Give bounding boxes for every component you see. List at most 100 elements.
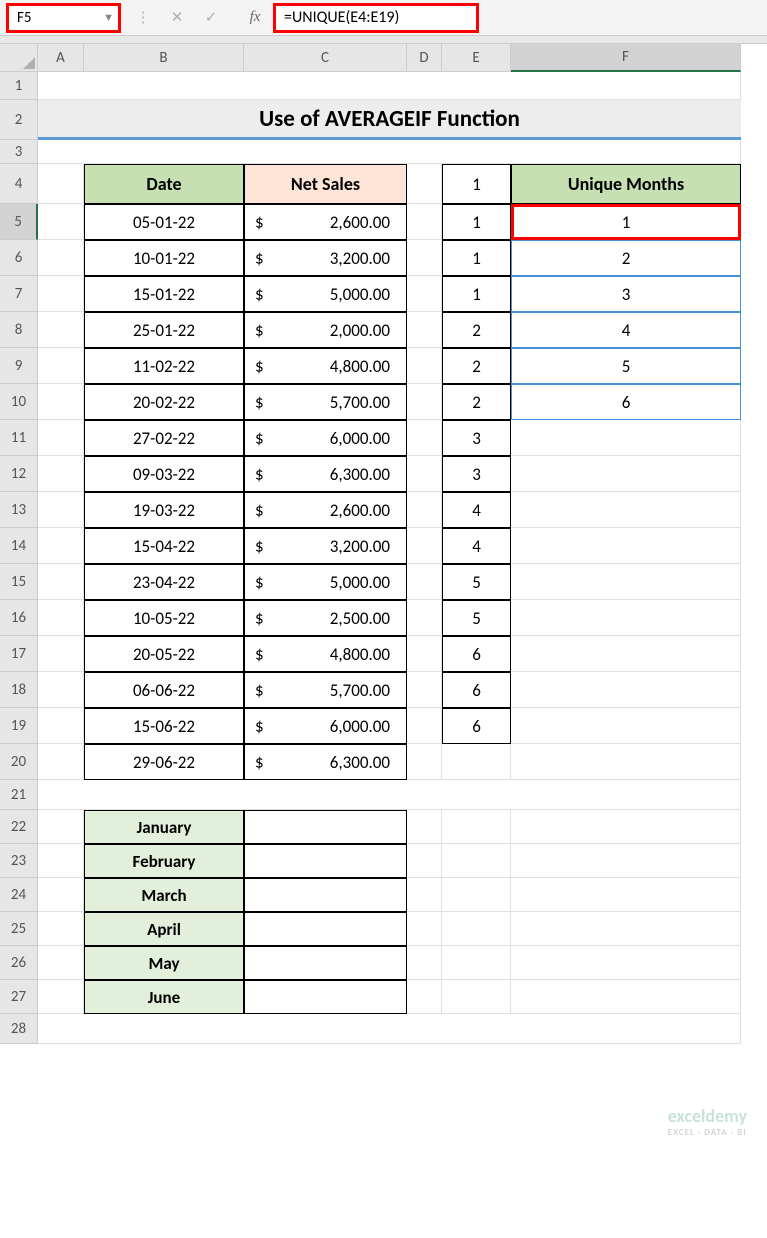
row-header-1[interactable]: 1 bbox=[0, 72, 38, 100]
row-header-5[interactable]: 5 bbox=[0, 204, 38, 240]
cell-E8[interactable]: 2 bbox=[442, 312, 511, 348]
cell-A6[interactable] bbox=[38, 240, 84, 276]
cell-A12[interactable] bbox=[38, 456, 84, 492]
cell-B12[interactable]: 09-03-22 bbox=[84, 456, 244, 492]
cell-A23[interactable] bbox=[38, 844, 84, 878]
cell-C16[interactable]: $ 2,500.00 bbox=[244, 600, 407, 636]
cell-A10[interactable] bbox=[38, 384, 84, 420]
cell-blank21[interactable] bbox=[38, 780, 741, 810]
cell-F24[interactable] bbox=[511, 878, 741, 912]
cell-C9[interactable]: $ 4,800.00 bbox=[244, 348, 407, 384]
cell-E17[interactable]: 6 bbox=[442, 636, 511, 672]
cell-F13[interactable] bbox=[511, 492, 741, 528]
cell-A27[interactable] bbox=[38, 980, 84, 1014]
cell-F19[interactable] bbox=[511, 708, 741, 744]
cell-C22[interactable] bbox=[244, 810, 407, 844]
confirm-icon[interactable]: ✓ bbox=[203, 8, 219, 27]
cell-D17[interactable] bbox=[407, 636, 442, 672]
cell-D25[interactable] bbox=[407, 912, 442, 946]
cell-C12[interactable]: $ 6,300.00 bbox=[244, 456, 407, 492]
cell-D12[interactable] bbox=[407, 456, 442, 492]
cell-D18[interactable] bbox=[407, 672, 442, 708]
cell-E18[interactable]: 6 bbox=[442, 672, 511, 708]
cell-A5[interactable] bbox=[38, 204, 84, 240]
cell-E15[interactable]: 5 bbox=[442, 564, 511, 600]
cell-F26[interactable] bbox=[511, 946, 741, 980]
col-header-D[interactable]: D bbox=[407, 44, 442, 72]
cell-F17[interactable] bbox=[511, 636, 741, 672]
cell-F16[interactable] bbox=[511, 600, 741, 636]
cell-E27[interactable] bbox=[442, 980, 511, 1014]
cell-E16[interactable]: 5 bbox=[442, 600, 511, 636]
cell-E13[interactable]: 4 bbox=[442, 492, 511, 528]
cell-F6[interactable]: 2 bbox=[511, 240, 741, 276]
cell-C15[interactable]: $ 5,000.00 bbox=[244, 564, 407, 600]
cell-C20[interactable]: $ 6,300.00 bbox=[244, 744, 407, 780]
row-header-15[interactable]: 15 bbox=[0, 564, 38, 600]
cell-D22[interactable] bbox=[407, 810, 442, 844]
cell-D5[interactable] bbox=[407, 204, 442, 240]
cell-A22[interactable] bbox=[38, 810, 84, 844]
month-label-February[interactable]: February bbox=[84, 844, 244, 878]
formula-input[interactable]: =UNIQUE(E4:E19) bbox=[273, 3, 479, 33]
row-header-26[interactable]: 26 bbox=[0, 946, 38, 980]
cell-D23[interactable] bbox=[407, 844, 442, 878]
row-header-23[interactable]: 23 bbox=[0, 844, 38, 878]
cell-blank[interactable] bbox=[38, 72, 741, 100]
cell-B8[interactable]: 25-01-22 bbox=[84, 312, 244, 348]
cell-C8[interactable]: $ 2,000.00 bbox=[244, 312, 407, 348]
cell-C24[interactable] bbox=[244, 878, 407, 912]
cell-B10[interactable]: 20-02-22 bbox=[84, 384, 244, 420]
cell-A4[interactable] bbox=[38, 164, 84, 204]
cell-F8[interactable]: 4 bbox=[511, 312, 741, 348]
cell-B7[interactable]: 15-01-22 bbox=[84, 276, 244, 312]
cell-C7[interactable]: $ 5,000.00 bbox=[244, 276, 407, 312]
cell-D4[interactable] bbox=[407, 164, 442, 204]
row-header-9[interactable]: 9 bbox=[0, 348, 38, 384]
name-box[interactable]: F5 ▼ bbox=[6, 3, 121, 33]
cell-D16[interactable] bbox=[407, 600, 442, 636]
cell-E14[interactable]: 4 bbox=[442, 528, 511, 564]
cell-A11[interactable] bbox=[38, 420, 84, 456]
row-header-17[interactable]: 17 bbox=[0, 636, 38, 672]
cell-blank28[interactable] bbox=[38, 1014, 741, 1044]
cell-F11[interactable] bbox=[511, 420, 741, 456]
cell-F9[interactable]: 5 bbox=[511, 348, 741, 384]
cell-D13[interactable] bbox=[407, 492, 442, 528]
cell-E19[interactable]: 6 bbox=[442, 708, 511, 744]
row-header-22[interactable]: 22 bbox=[0, 810, 38, 844]
col-header-E[interactable]: E bbox=[442, 44, 511, 72]
cell-A16[interactable] bbox=[38, 600, 84, 636]
cell-B18[interactable]: 06-06-22 bbox=[84, 672, 244, 708]
cell-A19[interactable] bbox=[38, 708, 84, 744]
cell-D9[interactable] bbox=[407, 348, 442, 384]
cell-A14[interactable] bbox=[38, 528, 84, 564]
cell-E10[interactable]: 2 bbox=[442, 384, 511, 420]
row-header-12[interactable]: 12 bbox=[0, 456, 38, 492]
cell-D14[interactable] bbox=[407, 528, 442, 564]
spreadsheet-grid[interactable]: A B C D E F 1 2 Use of AVERAGEIF Functio… bbox=[0, 44, 767, 204]
cell-B15[interactable]: 23-04-22 bbox=[84, 564, 244, 600]
cell-F18[interactable] bbox=[511, 672, 741, 708]
fx-icon[interactable]: fx bbox=[247, 9, 263, 26]
cell-A24[interactable] bbox=[38, 878, 84, 912]
col-header-F[interactable]: F bbox=[511, 44, 741, 72]
cell-D7[interactable] bbox=[407, 276, 442, 312]
cell-E25[interactable] bbox=[442, 912, 511, 946]
cell-C18[interactable]: $ 5,700.00 bbox=[244, 672, 407, 708]
cell-D26[interactable] bbox=[407, 946, 442, 980]
row-header-14[interactable]: 14 bbox=[0, 528, 38, 564]
cell-D19[interactable] bbox=[407, 708, 442, 744]
row-header-25[interactable]: 25 bbox=[0, 912, 38, 946]
cell-C13[interactable]: $ 2,600.00 bbox=[244, 492, 407, 528]
cell-E5[interactable]: 1 bbox=[442, 204, 511, 240]
cell-E20[interactable] bbox=[442, 744, 511, 780]
cell-A25[interactable] bbox=[38, 912, 84, 946]
cell-D27[interactable] bbox=[407, 980, 442, 1014]
cell-A18[interactable] bbox=[38, 672, 84, 708]
row-header-8[interactable]: 8 bbox=[0, 312, 38, 348]
row-header-10[interactable]: 10 bbox=[0, 384, 38, 420]
cell-A9[interactable] bbox=[38, 348, 84, 384]
cell-A20[interactable] bbox=[38, 744, 84, 780]
cell-D20[interactable] bbox=[407, 744, 442, 780]
